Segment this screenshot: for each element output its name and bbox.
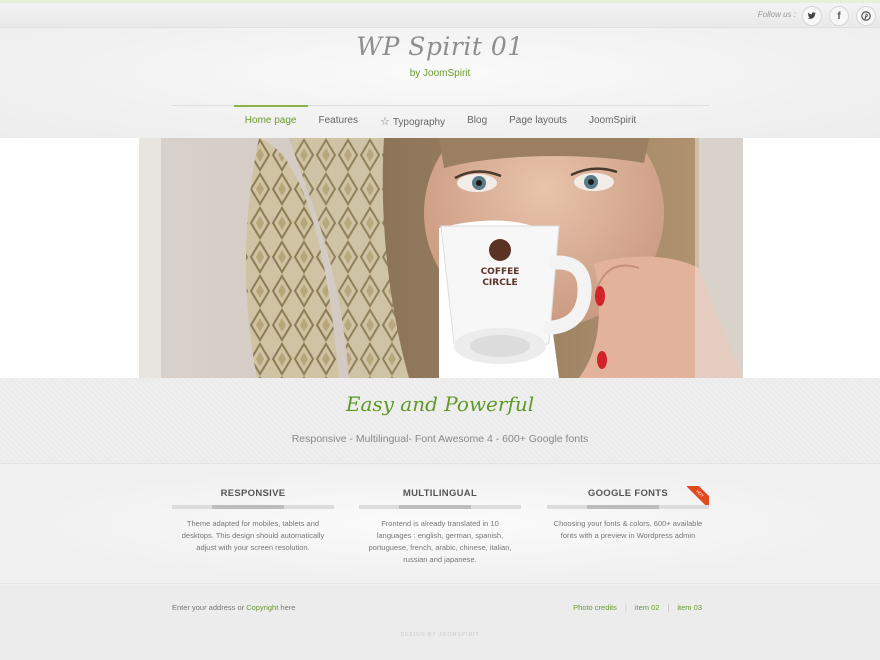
- top-bar: Follow us : f: [0, 0, 880, 28]
- tagline-band: Easy and Powerful Responsive - Multiling…: [0, 378, 880, 464]
- nav-item-label: Home page: [244, 115, 297, 126]
- feature-title: GOOGLE FONTS: [587, 488, 669, 499]
- cup-logo-text: CIRCLE: [482, 278, 517, 288]
- nav-item-home-page[interactable]: Home page: [233, 105, 308, 138]
- feature-divider: [359, 505, 521, 509]
- feature-title: RESPONSIVE: [220, 488, 286, 499]
- nav-item-features[interactable]: Features: [308, 106, 369, 138]
- footer-address-suffix: here: [278, 603, 296, 612]
- site-title[interactable]: WP Spirit 01: [0, 32, 880, 61]
- site-footer: Enter your address or Copyright here Pho…: [0, 585, 880, 660]
- nav-item-typography[interactable]: ☆ Typography: [369, 106, 456, 138]
- footer-address-prefix: Enter your address or: [172, 603, 247, 612]
- feature-text: Choosing your fonts & colors. 600+ avail…: [553, 519, 703, 540]
- feature-divider: [172, 505, 334, 509]
- facebook-glyph: f: [837, 10, 841, 22]
- hero-image: COFFEE CIRCLE: [139, 138, 743, 378]
- features-section: RESPONSIVE Theme adapted for mobiles, ta…: [0, 464, 880, 584]
- feature-text: Frontend is already translated in 10 lan…: [368, 519, 512, 564]
- footer-link-item-03[interactable]: item 03: [677, 603, 702, 612]
- feature-multilingual: MULTILINGUAL Frontend is already transla…: [359, 488, 521, 566]
- tagline-title: Easy and Powerful: [345, 392, 535, 416]
- feature-divider: [547, 505, 709, 509]
- feature-google-fonts: HOT GOOGLE FONTS Choosing your fonts & c…: [547, 486, 709, 542]
- nav-item-label: Features: [318, 115, 358, 126]
- tagline-subtitle: Responsive - Multilingual- Font Awesome …: [291, 433, 589, 445]
- star-outline-icon: ☆: [379, 116, 390, 128]
- site-header: WP Spirit 01 by JoomSpirit Home page Fea…: [0, 28, 880, 138]
- follow-us-label: Follow us :: [757, 10, 796, 19]
- main-nav: Home page Features ☆ Typography Blog Page…: [172, 105, 709, 138]
- footer-link-item-02[interactable]: item 02: [635, 603, 660, 612]
- site-subtitle: by JoomSpirit: [409, 68, 471, 79]
- nav-item-joomspirit[interactable]: JoomSpirit: [578, 106, 647, 138]
- nav-item-label: Blog: [467, 115, 488, 126]
- design-credit[interactable]: DESIGN BY JOOMSPIRIT: [0, 632, 880, 638]
- feature-title: MULTILINGUAL: [402, 488, 478, 499]
- footer-link-photo-credits[interactable]: Photo credits: [573, 603, 617, 612]
- pinterest-icon[interactable]: [856, 6, 876, 26]
- nav-item-label: Page layouts: [509, 115, 567, 126]
- footer-links: Photo credits | item 02 | item 03: [573, 603, 702, 612]
- copyright-link[interactable]: Copyright: [246, 603, 278, 612]
- hero-slider[interactable]: COFFEE CIRCLE: [139, 138, 743, 378]
- footer-separator: |: [624, 603, 627, 612]
- cup-logo-text: COFFEE: [481, 267, 520, 277]
- feature-responsive: RESPONSIVE Theme adapted for mobiles, ta…: [172, 488, 334, 554]
- feature-text: Theme adapted for mobiles, tablets and d…: [181, 519, 325, 552]
- nav-item-page-layouts[interactable]: Page layouts: [498, 106, 578, 138]
- footer-separator: |: [667, 603, 670, 612]
- facebook-icon[interactable]: f: [829, 6, 849, 26]
- footer-address: Enter your address or Copyright here: [172, 603, 295, 612]
- nav-item-label: Typography: [392, 117, 446, 128]
- nav-item-label: JoomSpirit: [588, 115, 637, 126]
- nav-item-blog[interactable]: Blog: [456, 106, 498, 138]
- twitter-icon[interactable]: [802, 6, 822, 26]
